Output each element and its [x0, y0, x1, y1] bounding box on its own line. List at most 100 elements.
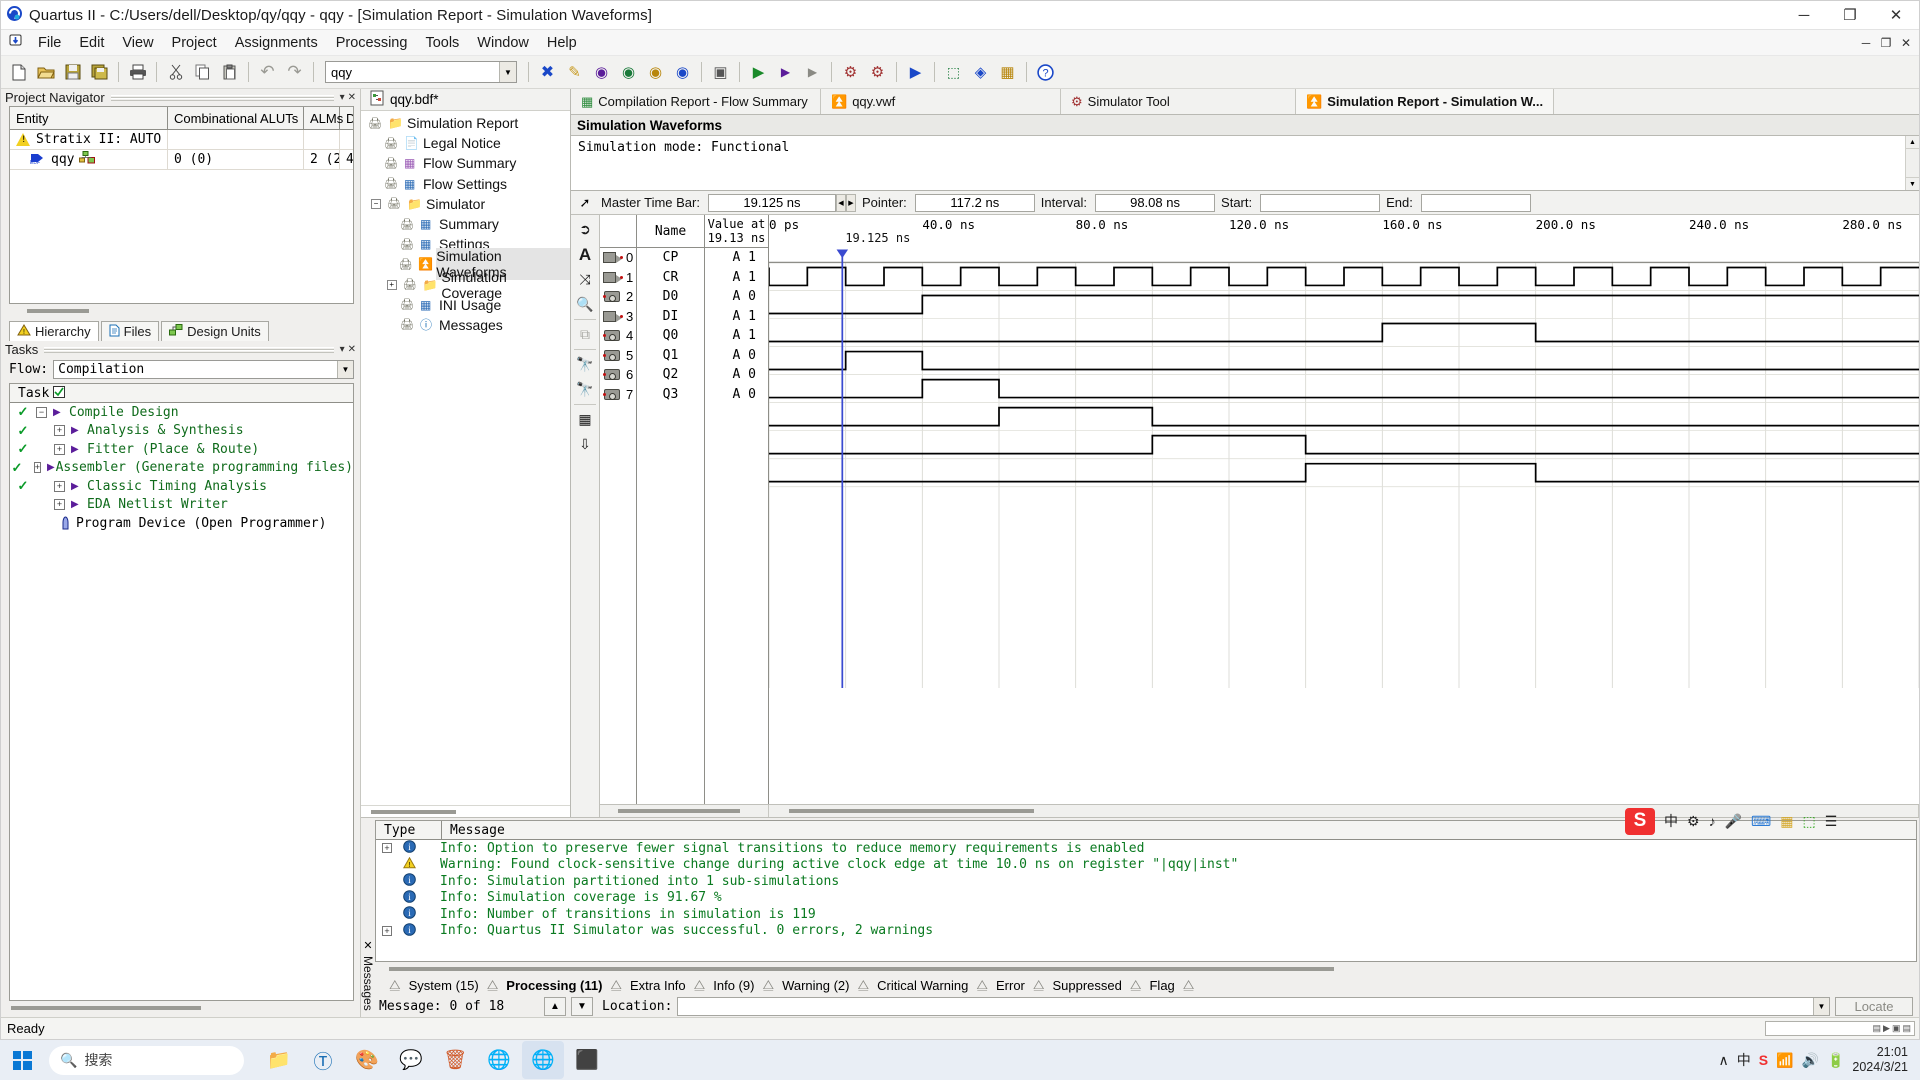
wifi-icon[interactable]: 📶 — [1776, 1052, 1793, 1069]
ime-keyboard-icon[interactable]: ⌨ — [1751, 813, 1771, 830]
task-item[interactable]: ✓ + ▶ Classic Timing Analysis — [10, 477, 353, 496]
msg-tab-system[interactable]: System (15) — [401, 978, 487, 993]
messages-close-icon[interactable]: ✕ — [363, 939, 372, 952]
fitter-icon[interactable]: ◉ — [615, 59, 642, 86]
task-item[interactable]: + ▶ EDA Netlist Writer — [10, 496, 353, 515]
sogou-tray-icon[interactable]: S — [1759, 1052, 1768, 1068]
report-tree[interactable]: 🖨 📁 Simulation Report 🖨 📄 Legal Notice — [361, 111, 570, 805]
signal-index-cell[interactable]: 4 — [600, 326, 636, 346]
start-button[interactable] — [0, 1040, 44, 1080]
task-list-hscrollbar[interactable] — [9, 1003, 354, 1014]
doc-tab-simulator-tool[interactable]: ⚙ Simulator Tool — [1061, 89, 1296, 114]
chip-planner-icon[interactable]: ◈ — [967, 59, 994, 86]
signal-name-cell[interactable]: Q1 — [637, 346, 704, 366]
taskbar-wechat-app[interactable]: 💬 — [390, 1041, 432, 1079]
mdi-close-button[interactable]: ✕ — [1897, 36, 1915, 50]
help-icon[interactable]: ? — [1032, 59, 1059, 86]
chevron-down-icon[interactable]: ▼ — [1813, 998, 1829, 1015]
signal-name-cell[interactable]: DI — [637, 307, 704, 327]
start-simulation-icon[interactable]: ▶ — [902, 59, 929, 86]
cursor-tool-icon[interactable]: ➚ — [575, 195, 595, 211]
signal-index-cell[interactable]: 2 — [600, 287, 636, 307]
save-all-icon[interactable] — [86, 59, 113, 86]
doc-tab-simulation-report[interactable]: ⏫ Simulation Report - Simulation W... — [1296, 89, 1554, 114]
chip-icon[interactable]: ▣ — [707, 59, 734, 86]
start-compilation-icon[interactable]: ▶ — [745, 59, 772, 86]
panel-close-button[interactable]: ✕ — [348, 344, 356, 355]
window-close-button[interactable]: ✕ — [1873, 1, 1919, 30]
ime-skin-icon[interactable]: ⬚ — [1802, 813, 1815, 830]
ime-language-icon[interactable]: 中 — [1664, 811, 1678, 831]
menu-assignments[interactable]: Assignments — [226, 32, 327, 54]
signal-index-cell[interactable]: 3 — [600, 307, 636, 327]
tree-expander[interactable]: + — [387, 280, 397, 290]
message-row[interactable]: iInfo: Number of transitions in simulati… — [376, 906, 1916, 923]
message-row[interactable]: +iInfo: Quartus II Simulator was success… — [376, 923, 1916, 940]
signal-name-cell[interactable]: CP — [637, 248, 704, 268]
task-run-icon[interactable]: ▶ — [71, 425, 87, 436]
task-list[interactable]: Task ✓ − ▶ Compile Design ✓ + ▶ A — [9, 383, 354, 1001]
show-hidden-icons[interactable]: ∧ — [1718, 1052, 1728, 1069]
project-navigator-table[interactable]: Entity Combinational ALUTs ALMs De Strat… — [9, 106, 354, 304]
volume-icon[interactable]: 🔊 — [1802, 1052, 1819, 1069]
ime-punctuation-icon[interactable]: ♪ — [1709, 813, 1716, 829]
ime-settings-icon[interactable]: ⚙ — [1687, 813, 1700, 830]
signal-index-cell[interactable]: 7 — [600, 385, 636, 405]
task-expander[interactable]: + — [34, 462, 41, 473]
master-time-bar-value[interactable]: 19.125 ns — [708, 194, 836, 212]
msg-tab-suppressed[interactable]: Suppressed — [1044, 978, 1129, 993]
waveform-editing-tool-icon[interactable]: ⤨ — [573, 267, 598, 292]
menu-edit[interactable]: Edit — [70, 32, 113, 54]
zoom-tool-icon[interactable]: 🔍 — [573, 292, 598, 317]
taskbar-quartus-app[interactable]: 🌐 — [522, 1041, 564, 1079]
pin-planner-icon[interactable]: ▦ — [994, 59, 1021, 86]
signal-index-cell[interactable]: 6 — [600, 365, 636, 385]
messages-side-tab[interactable]: ✕ Messages — [361, 818, 375, 1017]
task-expander[interactable]: − — [36, 407, 47, 418]
sogou-logo-icon[interactable]: S — [1625, 808, 1655, 835]
bdf-document-tab[interactable]: qqy.bdf* — [361, 89, 570, 111]
ime-menu-icon[interactable]: ☰ — [1825, 813, 1838, 830]
task-run-icon[interactable]: ▶ — [71, 499, 87, 510]
message-row[interactable]: !Warning: Found clock-sensitive change d… — [376, 857, 1916, 874]
project-navigator-hscrollbar[interactable] — [9, 306, 354, 317]
task-expander[interactable]: + — [54, 481, 65, 492]
mdi-restore-button[interactable]: ❐ — [1877, 36, 1895, 50]
selection-tool-icon[interactable]: ➲ — [573, 217, 598, 242]
undo-icon[interactable]: ↶ — [254, 59, 281, 86]
msg-tab-processing[interactable]: Processing (11) — [498, 978, 610, 993]
menu-window[interactable]: Window — [468, 32, 538, 54]
tree-node-simulation-coverage[interactable]: + 🖨 📁 Simulation Coverage — [365, 275, 570, 295]
window-minimize-button[interactable]: ─ — [1781, 1, 1827, 30]
taskbar-browser-app[interactable]: 🌐 — [478, 1041, 520, 1079]
tree-node-flow-settings[interactable]: 🖨 ▦ Flow Settings — [365, 174, 570, 194]
signal-name-cell[interactable]: D0 — [637, 287, 704, 307]
tree-node-legal-notice[interactable]: 🖨 📄 Legal Notice — [365, 133, 570, 153]
task-run-icon[interactable]: ▶ — [71, 444, 87, 455]
message-row[interactable]: iInfo: Simulation coverage is 91.67 % — [376, 890, 1916, 907]
signal-index-cell[interactable]: 0 — [600, 248, 636, 268]
panel-pin-button[interactable]: ▾ — [340, 344, 345, 355]
msg-tab-flag[interactable]: Flag — [1141, 978, 1182, 993]
locate-button[interactable]: Locate — [1835, 997, 1913, 1016]
task-run-icon[interactable]: ▶ — [47, 462, 56, 473]
window-maximize-button[interactable]: ❐ — [1827, 1, 1873, 30]
task-item[interactable]: ✓ + ▶ Assembler (Generate programming fi… — [10, 459, 353, 478]
task-item[interactable]: ✓ − ▶ Compile Design — [10, 403, 353, 422]
task-expander[interactable]: + — [54, 444, 65, 455]
task-item[interactable]: ✓ + ▶ Fitter (Place & Route) — [10, 440, 353, 459]
assembler-icon[interactable]: ◉ — [642, 59, 669, 86]
menu-file[interactable]: File — [29, 32, 70, 54]
msg-tab-info[interactable]: Info (9) — [705, 978, 762, 993]
task-expander[interactable]: + — [54, 425, 65, 436]
redo-icon[interactable]: ↷ — [281, 59, 308, 86]
tree-expander[interactable]: − — [371, 199, 381, 209]
taskbar-terminal-app[interactable]: ⬛ — [566, 1041, 608, 1079]
stop-compilation-icon[interactable]: ▶ — [799, 59, 826, 86]
menu-processing[interactable]: Processing — [327, 32, 417, 54]
msg-tab-error[interactable]: Error — [988, 978, 1033, 993]
message-row[interactable]: iInfo: Simulation partitioned into 1 sub… — [376, 873, 1916, 890]
ime-tray-icon[interactable]: 中 — [1737, 1050, 1751, 1070]
signal-name-cell[interactable]: CR — [637, 268, 704, 288]
signal-index-cell[interactable]: 1 — [600, 268, 636, 288]
